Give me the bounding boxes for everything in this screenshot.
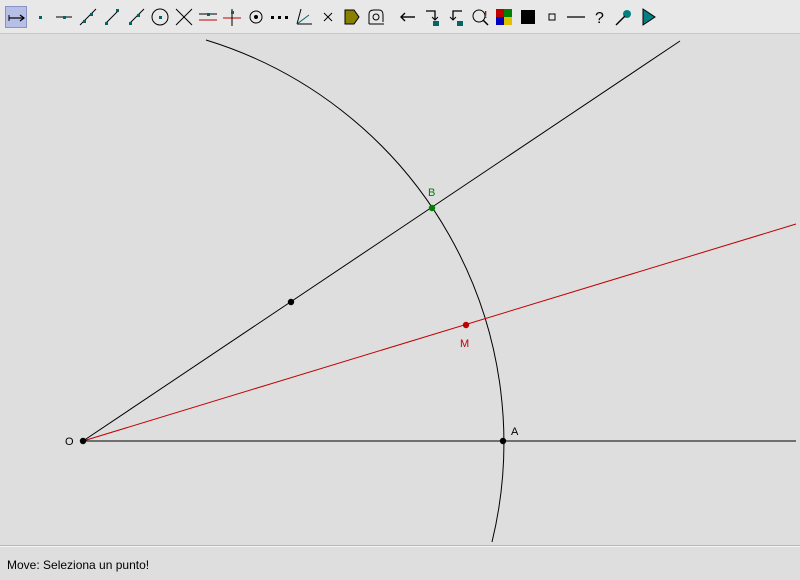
line-style-tool[interactable] [565, 6, 587, 28]
undo-arrow-icon [400, 12, 415, 22]
point-style-icon [548, 13, 556, 21]
label-b: B [428, 187, 435, 199]
svg-text:!: ! [484, 10, 487, 21]
point-a[interactable] [499, 437, 507, 445]
geometry-svg[interactable]: O A B M [0, 34, 800, 546]
zoom-tool[interactable]: ! [469, 6, 491, 28]
line-tool[interactable] [77, 6, 99, 28]
label-o: O [65, 436, 74, 448]
circle-tool[interactable] [149, 6, 171, 28]
drawing-canvas[interactable]: O A B M [0, 34, 800, 546]
point-m[interactable] [462, 321, 470, 329]
color-palette-icon [496, 9, 512, 25]
line-icon [79, 8, 97, 26]
show-object-icon [449, 10, 463, 26]
hide-object-icon [426, 10, 439, 26]
midpoint-icon [271, 16, 288, 19]
zoom-icon: ! [472, 9, 489, 26]
macro-tag-icon [344, 9, 360, 25]
fill-square-icon [521, 10, 535, 24]
svg-text:?: ? [595, 10, 604, 27]
parallel-tool[interactable] [197, 6, 219, 28]
question-mark-icon: ? [595, 10, 604, 27]
point-midpoint-ob[interactable] [287, 298, 295, 306]
perpendicular-line-icon [223, 9, 241, 26]
circle-icon [151, 8, 169, 26]
move-arrow-icon [8, 14, 25, 22]
segment-icon [105, 9, 119, 25]
undo-tool[interactable] [397, 6, 419, 28]
move-tool[interactable] [5, 6, 27, 28]
label-a: A [511, 426, 519, 438]
center-tool[interactable] [245, 6, 267, 28]
fill-tool[interactable] [517, 6, 539, 28]
ray-ob[interactable] [82, 40, 681, 442]
line-style-icon [567, 16, 585, 18]
ray-tool[interactable] [125, 6, 147, 28]
grab-icon [615, 10, 631, 26]
cross-delete-icon [323, 12, 333, 22]
segment-tool[interactable] [101, 6, 123, 28]
toolbar: !? [0, 0, 800, 34]
label-m: M [460, 338, 469, 350]
ray-icon [129, 8, 145, 25]
macro-tool[interactable] [341, 6, 363, 28]
show-tool[interactable] [445, 6, 467, 28]
macro-run-tool[interactable] [365, 6, 387, 28]
intersection-icon [175, 8, 193, 26]
point-tool[interactable] [29, 6, 51, 28]
perpendicular-tool[interactable] [221, 6, 243, 28]
parallel-line-icon [199, 13, 217, 21]
midpoint-tool[interactable] [269, 6, 291, 28]
angle-bisector-tool[interactable] [293, 6, 315, 28]
bisector-ray[interactable] [82, 223, 797, 442]
point-style-tool[interactable] [541, 6, 563, 28]
play-triangle-icon [642, 8, 656, 26]
grab-tool[interactable] [613, 6, 635, 28]
circle-center-icon [249, 10, 263, 24]
point-on-object-tool[interactable] [53, 6, 75, 28]
hide-tool[interactable] [421, 6, 443, 28]
angle-bisector-icon [296, 8, 312, 25]
point-icon [39, 16, 42, 19]
color-tool[interactable] [493, 6, 515, 28]
point-b[interactable] [428, 204, 436, 212]
play-tool[interactable] [637, 6, 659, 28]
status-message: Move: Seleziona un punto! [7, 558, 150, 572]
help-tool[interactable]: ? [589, 6, 611, 28]
intersection-tool[interactable] [173, 6, 195, 28]
status-bar: Move: Seleziona un punto! [0, 546, 800, 580]
point-on-line-icon [56, 16, 72, 19]
circle-arc[interactable] [205, 39, 505, 543]
point-o[interactable] [79, 437, 87, 445]
macro-run-icon [368, 9, 384, 25]
delete-tool[interactable] [317, 6, 339, 28]
